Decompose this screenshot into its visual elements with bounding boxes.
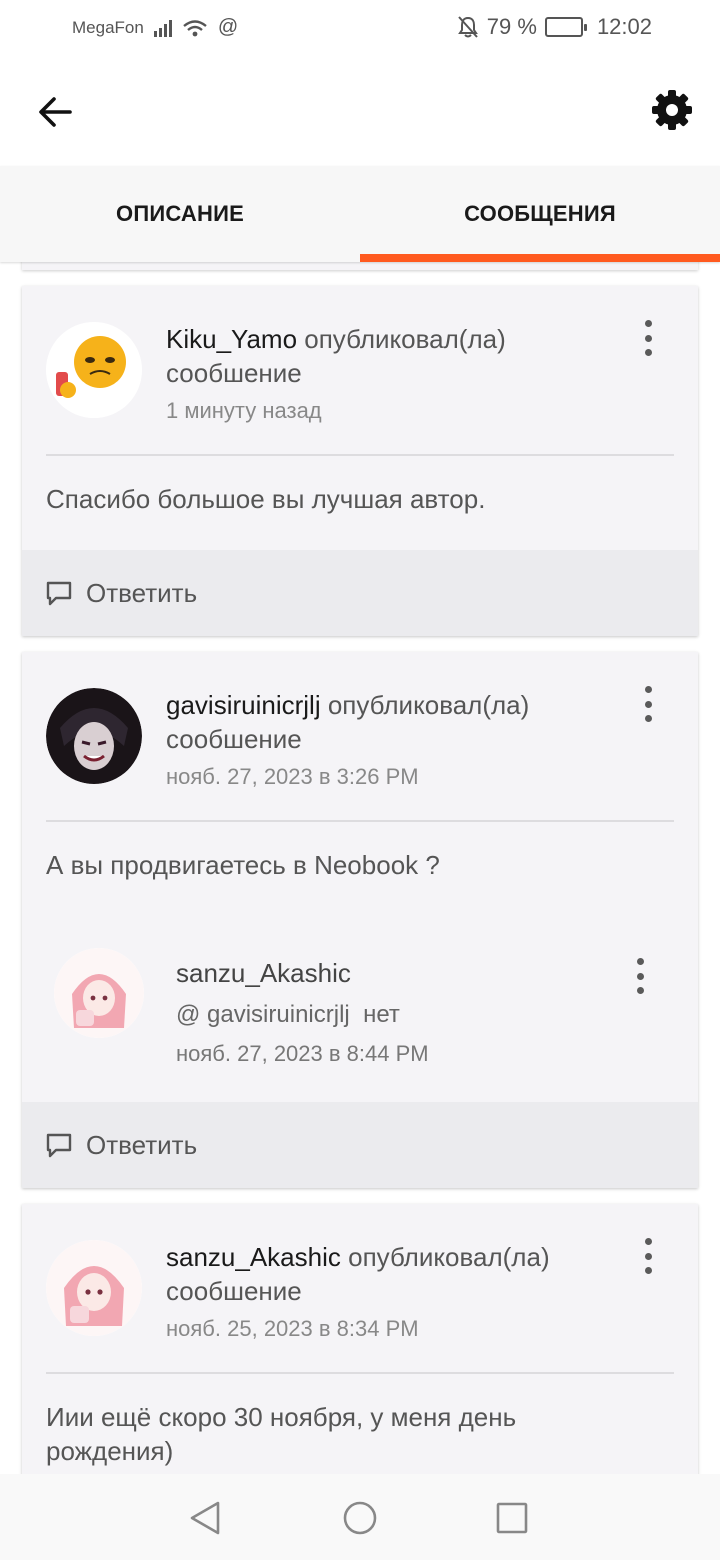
gear-icon bbox=[652, 90, 692, 130]
battery-icon bbox=[544, 17, 587, 37]
message-header: gavisiruinicrjlj опубликовал(ла) сообшен… bbox=[22, 652, 698, 820]
tab-messages[interactable]: СООБЩЕНИЯ bbox=[360, 166, 720, 262]
system-nav-bar bbox=[0, 1474, 720, 1560]
message-text: Иии ещё скоро 30 ноября, у меня день рож… bbox=[46, 1400, 674, 1468]
previous-card-edge bbox=[22, 262, 698, 270]
dot bbox=[636, 987, 644, 994]
message-card: gavisiruinicrjlj опубликовал(ла) сообшен… bbox=[22, 652, 698, 1188]
signal-icon bbox=[153, 19, 172, 37]
dot bbox=[636, 958, 644, 965]
reply-button[interactable]: Ответить bbox=[22, 1102, 698, 1188]
dot bbox=[644, 349, 652, 356]
arrow-left-icon bbox=[39, 97, 72, 127]
dot bbox=[644, 320, 652, 327]
post-time: нояб. 27, 2023 в 3:26 PM bbox=[166, 764, 419, 789]
divider bbox=[46, 820, 674, 822]
reply-time: нояб. 27, 2023 в 8:44 PM bbox=[176, 1041, 429, 1066]
message-text: А вы продвигаетесь в Neobook ? bbox=[46, 850, 440, 880]
reply-button[interactable]: Ответить bbox=[22, 550, 698, 636]
home-circle-icon[interactable] bbox=[342, 1500, 378, 1536]
mute-bell-icon bbox=[457, 16, 478, 38]
dot bbox=[644, 1252, 652, 1260]
more-options-button[interactable] bbox=[638, 1238, 658, 1274]
post-headline: gavisiruinicrjlj опубликовал(ла) сообшен… bbox=[166, 688, 606, 756]
status-right: 79 % 12:02 bbox=[457, 14, 652, 40]
back-button[interactable] bbox=[34, 90, 78, 134]
message-card: sanzu_Akashic опубликовал(ла) сообшение … bbox=[22, 1204, 698, 1474]
status-left: MegaFon @ bbox=[72, 16, 238, 39]
dot bbox=[644, 1267, 652, 1274]
message-text-line: Иии ещё скоро 30 ноября, у меня день bbox=[46, 1402, 517, 1432]
dot bbox=[644, 1238, 652, 1245]
dot bbox=[644, 686, 652, 693]
message-header: Kiku_Yamo опубликовал(ла) сообшение 1 ми… bbox=[22, 286, 698, 454]
message-meta: sanzu_Akashic опубликовал(ла) сообшение … bbox=[166, 1240, 606, 1342]
avatar[interactable] bbox=[46, 322, 142, 418]
dot bbox=[644, 715, 652, 722]
post-time: 1 минуту назад bbox=[166, 398, 322, 423]
more-options-button[interactable] bbox=[638, 686, 658, 722]
anime-girl-avatar-image bbox=[54, 948, 144, 1038]
back-triangle-icon[interactable] bbox=[188, 1500, 222, 1536]
more-options-button[interactable] bbox=[630, 958, 650, 994]
reply-comment: sanzu_Akashic @ gavisiruinicrjlj нет ноя… bbox=[22, 948, 698, 1066]
avatar[interactable] bbox=[46, 688, 142, 784]
app-bar bbox=[0, 56, 720, 166]
author-name[interactable]: gavisiruinicrjlj bbox=[166, 690, 321, 720]
reply-label: Ответить bbox=[86, 577, 198, 608]
reply-content: sanzu_Akashic @ gavisiruinicrjlj нет ноя… bbox=[176, 958, 429, 1067]
reply-label: Ответить bbox=[86, 1129, 198, 1160]
author-name[interactable]: sanzu_Akashic bbox=[166, 1242, 341, 1272]
message-meta: Kiku_Yamo опубликовал(ла) сообшение 1 ми… bbox=[166, 322, 606, 424]
status-bar: MegaFon @ 79 % 12:02 bbox=[0, 0, 720, 56]
dot bbox=[644, 334, 652, 342]
dot bbox=[636, 972, 644, 980]
message-meta: gavisiruinicrjlj опубликовал(ла) сообшен… bbox=[166, 688, 606, 790]
tab-bar: ОПИСАНИЕ СООБЩЕНИЯ bbox=[0, 166, 720, 262]
dot bbox=[644, 700, 652, 708]
post-object: сообшение bbox=[166, 1276, 302, 1306]
message-text: Спасибо большое вы лучшая автор. bbox=[46, 484, 486, 514]
post-headline: Kiku_Yamo опубликовал(ла) сообшение bbox=[166, 322, 606, 390]
comment-icon bbox=[46, 1133, 72, 1158]
message-card: Kiku_Yamo опубликовал(ла) сообшение 1 ми… bbox=[22, 286, 698, 636]
comment-icon bbox=[46, 581, 72, 606]
anime-girl-avatar-image bbox=[46, 1240, 142, 1336]
reply-text: нет bbox=[363, 1001, 400, 1028]
reply-author-name[interactable]: sanzu_Akashic bbox=[176, 958, 429, 989]
post-object: сообшение bbox=[166, 358, 302, 388]
message-text-line: рождения) bbox=[46, 1436, 174, 1466]
avatar[interactable] bbox=[46, 1240, 142, 1336]
post-headline: sanzu_Akashic опубликовал(ла) сообшение bbox=[166, 1240, 606, 1308]
message-header: sanzu_Akashic опубликовал(ла) сообшение … bbox=[22, 1204, 698, 1372]
messages-feed[interactable]: Kiku_Yamo опубликовал(ла) сообшение 1 ми… bbox=[0, 262, 720, 1474]
more-options-button[interactable] bbox=[638, 320, 658, 356]
post-action: опубликовал(ла) bbox=[304, 324, 506, 354]
tab-description[interactable]: ОПИСАНИЕ bbox=[0, 166, 360, 262]
emoji-avatar-image bbox=[46, 322, 142, 418]
post-object: сообшение bbox=[166, 724, 302, 754]
clock: 12:02 bbox=[596, 14, 652, 39]
divider bbox=[46, 1372, 674, 1374]
recents-square-icon[interactable] bbox=[496, 1502, 528, 1534]
reply-message: @ gavisiruinicrjlj нет bbox=[176, 1001, 429, 1029]
post-action: опубликовал(ла) bbox=[327, 690, 530, 720]
reply-mention[interactable]: @ gavisiruinicrjlj bbox=[176, 1001, 350, 1028]
post-action: опубликовал(ла) bbox=[348, 1242, 550, 1272]
divider bbox=[46, 454, 674, 456]
author-name[interactable]: Kiku_Yamo bbox=[166, 324, 297, 354]
avatar[interactable] bbox=[54, 948, 144, 1038]
post-time: нояб. 25, 2023 в 8:34 PM bbox=[166, 1316, 419, 1341]
wifi-icon bbox=[183, 19, 207, 36]
battery-percent: 79 % bbox=[486, 14, 537, 39]
anime-avatar-image bbox=[46, 688, 142, 784]
carrier-name: MegaFon bbox=[72, 17, 144, 37]
settings-button[interactable] bbox=[650, 88, 694, 132]
network-symbol: @ bbox=[217, 16, 239, 38]
